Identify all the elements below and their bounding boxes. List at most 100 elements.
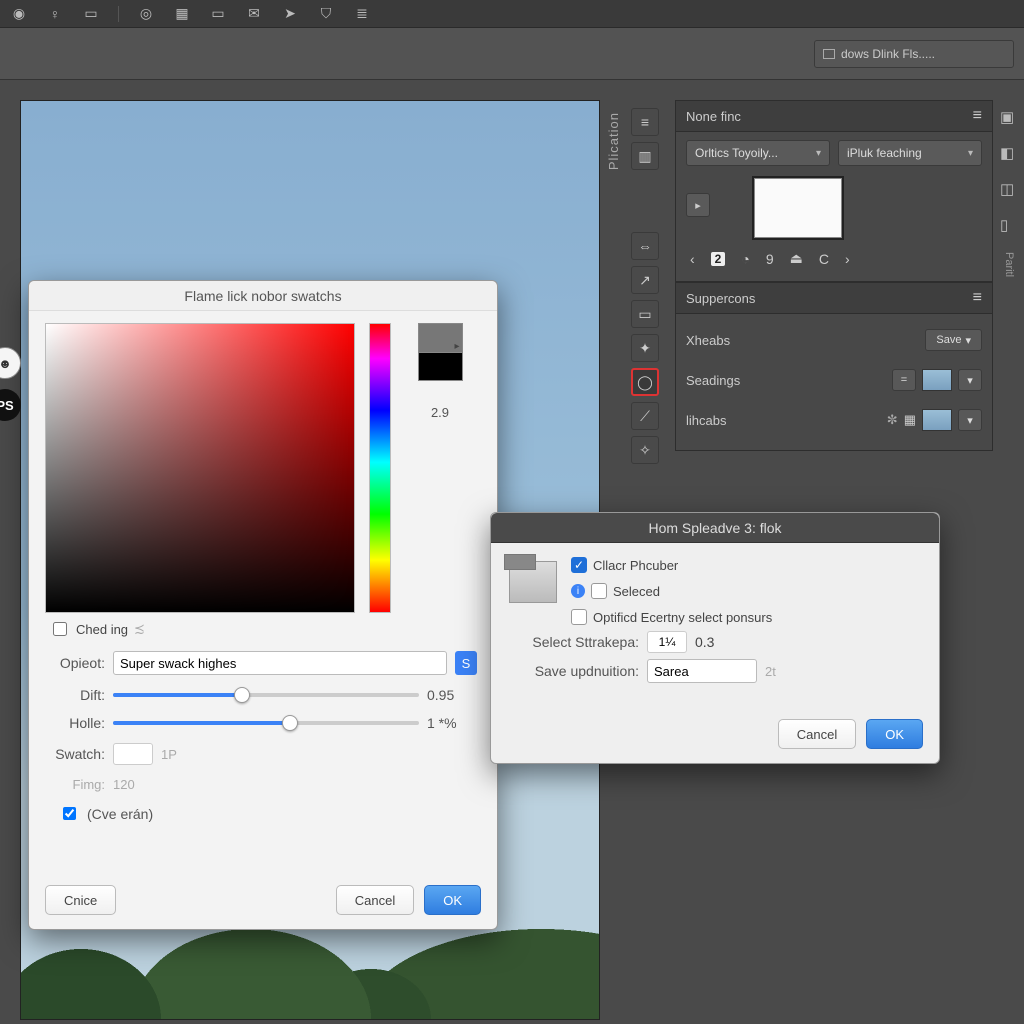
menu-icon[interactable]: ▦ <box>173 6 191 22</box>
menu-icon[interactable]: ➤ <box>281 6 299 22</box>
menubar: ◉ ♀ ▭ ◎ ▦ ▭ ✉ ➤ ⛉ ≣ <box>0 0 1024 28</box>
tool-strip: ≡ ▥ ⇔ ↗ ▭ ✦ ◯ ⟋ ✧ <box>631 100 669 464</box>
ps-badge[interactable]: PS <box>0 389 21 421</box>
dialog-title: Flame lick nobor swatchs <box>29 281 497 311</box>
navigator-panel: Orltics Toyoily...▾ iPluk feaching▾ ▸ ‹ … <box>675 132 993 282</box>
tool-icon[interactable]: ⇔ <box>631 232 659 260</box>
checkbox[interactable] <box>591 583 607 599</box>
hue-slider[interactable] <box>369 323 391 613</box>
folder-icon <box>509 561 557 603</box>
menu-icon[interactable]: ▭ <box>82 6 100 22</box>
slider-value: 0.95 <box>427 687 477 703</box>
slider[interactable] <box>113 721 419 725</box>
menu-icon[interactable]: ▭ <box>209 6 227 22</box>
checkbox[interactable] <box>53 622 67 636</box>
color-picker-dialog: ☻ PS Flame lick nobor swatchs 2.9 Ched i… <box>28 280 498 930</box>
menu-icon[interactable]: ⛉ <box>317 6 335 22</box>
color-field[interactable] <box>45 323 355 613</box>
slider[interactable] <box>113 693 419 697</box>
chevron-down-icon[interactable]: ▾ <box>958 369 982 391</box>
text-input[interactable] <box>113 651 447 675</box>
tool-icon-selected[interactable]: ◯ <box>631 368 659 396</box>
ok-button[interactable]: OK <box>866 719 923 749</box>
tool-icon[interactable]: ✧ <box>631 436 659 464</box>
menu-icon[interactable]: ✉ <box>245 6 263 22</box>
chevron-down-icon[interactable]: ▾ <box>958 409 982 431</box>
panel-header[interactable]: Suppercons ≡ <box>675 282 993 314</box>
sidebar-icon[interactable]: ▣ <box>1000 108 1018 126</box>
canvas-image <box>21 929 599 1019</box>
grid-icon[interactable]: ▦ <box>904 412 916 428</box>
menu-icon[interactable]: ◎ <box>137 6 155 22</box>
field-label: Fimg: <box>49 777 105 792</box>
tool-icon[interactable]: ▭ <box>631 300 659 328</box>
equals-button[interactable]: = <box>892 369 916 391</box>
layers-panel: Xheabs Save▾ Seadings = ▾ lihcabs ✼ ▦ ▾ <box>675 314 993 451</box>
slider-value: 1 *% <box>427 715 477 731</box>
small-button[interactable]: ▸ <box>686 193 710 217</box>
field-label: Swatch: <box>49 746 105 762</box>
panel-tab-label[interactable]: Plication <box>606 112 621 170</box>
field-label: Holle: <box>49 715 105 731</box>
tool-icon[interactable]: ✦ <box>631 334 659 362</box>
layer-row[interactable]: lihcabs ✼ ▦ ▾ <box>686 400 982 440</box>
layer-thumb[interactable] <box>922 369 952 391</box>
ok-button[interactable]: OK <box>424 885 481 915</box>
cancel-button[interactable]: Cancel <box>778 719 856 749</box>
number-input[interactable] <box>113 743 153 765</box>
dropdown[interactable]: Orltics Toyoily...▾ <box>686 140 830 166</box>
sidebar-icon[interactable]: ◫ <box>1000 180 1018 198</box>
tool-icon[interactable]: ↗ <box>631 266 659 294</box>
layer-thumb[interactable] <box>922 409 952 431</box>
panel-menu-icon[interactable]: ≡ <box>973 289 982 307</box>
page-badge[interactable]: 2 <box>711 252 726 266</box>
prev-icon[interactable]: ‹ <box>690 251 695 267</box>
checkbox[interactable]: ✓ <box>571 557 587 573</box>
number-input[interactable] <box>647 631 687 653</box>
action-button[interactable]: S <box>455 651 477 675</box>
cancel-button[interactable]: Cancel <box>336 885 414 915</box>
layer-row[interactable]: Xheabs Save▾ <box>686 320 982 360</box>
tool-icon[interactable]: ▥ <box>631 142 659 170</box>
menu-icon[interactable]: ◉ <box>10 6 28 22</box>
field-label: Save updnuition: <box>509 663 639 679</box>
workspace-button[interactable]: dows Dlink Fls..... <box>814 40 1014 68</box>
options-bar: dows Dlink Fls..... <box>0 28 1024 80</box>
info-icon[interactable]: i <box>571 584 585 598</box>
dialog-title: Hom Spleadve 3: flok <box>491 513 939 543</box>
save-dialog: Hom Spleadve 3: flok ✓Cllacr Phcuber iSe… <box>490 512 940 764</box>
tool-icon[interactable]: ≡ <box>631 108 659 136</box>
sidebar-icon[interactable]: ▯ <box>1000 216 1018 234</box>
panel-menu-icon[interactable]: ≡ <box>973 107 982 125</box>
text-input[interactable] <box>647 659 757 683</box>
menu-icon[interactable]: ♀ <box>46 6 64 22</box>
sidebar-icon[interactable]: ◧ <box>1000 144 1018 162</box>
field-label: Select Sttrakepa: <box>509 634 639 650</box>
trash-icon[interactable]: ⏏ <box>790 250 803 267</box>
menu-icon[interactable]: ≣ <box>353 6 371 22</box>
field-label: Opieot: <box>49 655 105 671</box>
gear-icon[interactable]: ✼ <box>887 412 898 428</box>
field-label: Dift: <box>49 687 105 703</box>
checkbox[interactable] <box>571 609 587 625</box>
right-sidebar-icons: ▣ ◧ ◫ ▯ Paritl <box>994 102 1024 277</box>
swatch-preview[interactable] <box>418 323 463 381</box>
image-icon <box>823 49 835 59</box>
panels: None finc ≡ Orltics Toyoily...▾ iPluk fe… <box>675 100 993 451</box>
cnice-button[interactable]: Cnice <box>45 885 116 915</box>
clock-icon[interactable]: ◔ <box>741 251 749 267</box>
next-icon[interactable]: › <box>845 251 850 267</box>
sidebar-label[interactable]: Paritl <box>1003 252 1015 277</box>
nav-controls: ‹ 2 ◔ 9 ⏏ C › <box>686 244 982 269</box>
layer-row[interactable]: Seadings = ▾ <box>686 360 982 400</box>
dropdown[interactable]: iPluk feaching▾ <box>838 140 982 166</box>
num-icon[interactable]: 9 <box>766 251 774 267</box>
app-badge[interactable]: ☻ <box>0 347 21 379</box>
value-text: 2.9 <box>431 405 449 420</box>
navigator-thumbnail[interactable] <box>752 176 844 240</box>
tool-icon[interactable]: ⟋ <box>631 402 659 430</box>
checkbox[interactable] <box>63 807 76 820</box>
save-button[interactable]: Save▾ <box>925 329 982 351</box>
redo-icon[interactable]: C <box>819 251 829 267</box>
panel-header[interactable]: None finc ≡ <box>675 100 993 132</box>
